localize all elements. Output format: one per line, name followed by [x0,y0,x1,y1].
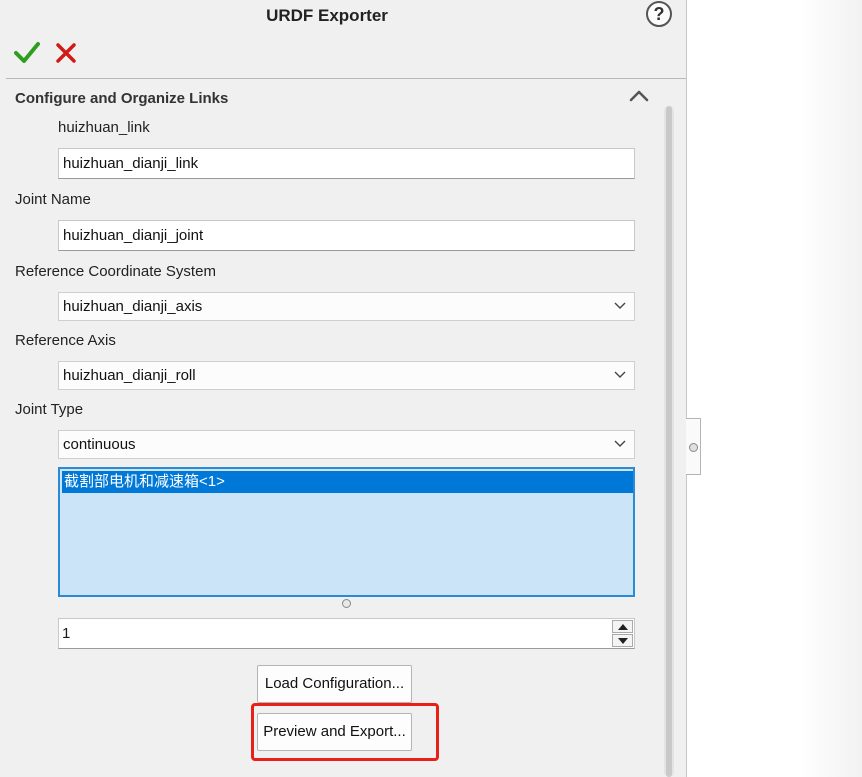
load-configuration-button[interactable]: Load Configuration... [257,665,412,703]
joint-type-label: Joint Type [15,401,84,418]
spin-up-button[interactable] [612,620,633,633]
child-count-value: 1 [62,625,71,642]
triangle-up-icon [618,624,628,630]
chevron-down-icon [614,440,626,447]
cancel-x-icon[interactable] [55,42,77,64]
components-listbox[interactable]: 截割部电机和减速箱<1> [58,467,635,597]
panel-title: URDF Exporter [266,6,388,25]
ref-coord-value: huizhuan_dianji_axis [63,298,203,315]
joint-type-select[interactable]: continuous [58,430,635,459]
graphics-viewport[interactable] [701,0,862,777]
highlight-box [251,703,439,761]
triangle-down-icon [618,638,628,644]
chevron-down-icon [614,371,626,378]
splitter-handle-icon [689,443,698,452]
list-item[interactable]: 截割部电机和减速箱<1> [62,471,633,493]
chevron-down-icon [614,302,626,309]
joint-name-input[interactable]: huizhuan_dianji_joint [58,220,635,251]
ref-axis-value: huizhuan_dianji_roll [63,367,196,384]
link-name-input[interactable]: huizhuan_dianji_link [58,148,635,179]
ok-checkmark-icon[interactable] [14,40,40,66]
ref-axis-label: Reference Axis [15,332,116,349]
scrollbar-thumb[interactable] [666,106,672,777]
child-count-spinbox[interactable]: 1 [58,618,635,649]
listbox-resize-handle[interactable] [342,599,351,608]
help-button[interactable]: ? [646,1,672,27]
ref-coord-label: Reference Coordinate System [15,263,216,280]
header-divider [6,78,686,79]
link-label: huizhuan_link [58,119,150,136]
joint-type-value: continuous [63,436,136,453]
spin-down-button[interactable] [612,634,633,647]
help-icon: ? [653,4,665,24]
ref-coord-select[interactable]: huizhuan_dianji_axis [58,292,635,321]
ref-axis-select[interactable]: huizhuan_dianji_roll [58,361,635,390]
chevron-up-icon[interactable] [628,88,650,104]
section-title: Configure and Organize Links [15,90,229,107]
joint-name-label: Joint Name [15,191,91,208]
